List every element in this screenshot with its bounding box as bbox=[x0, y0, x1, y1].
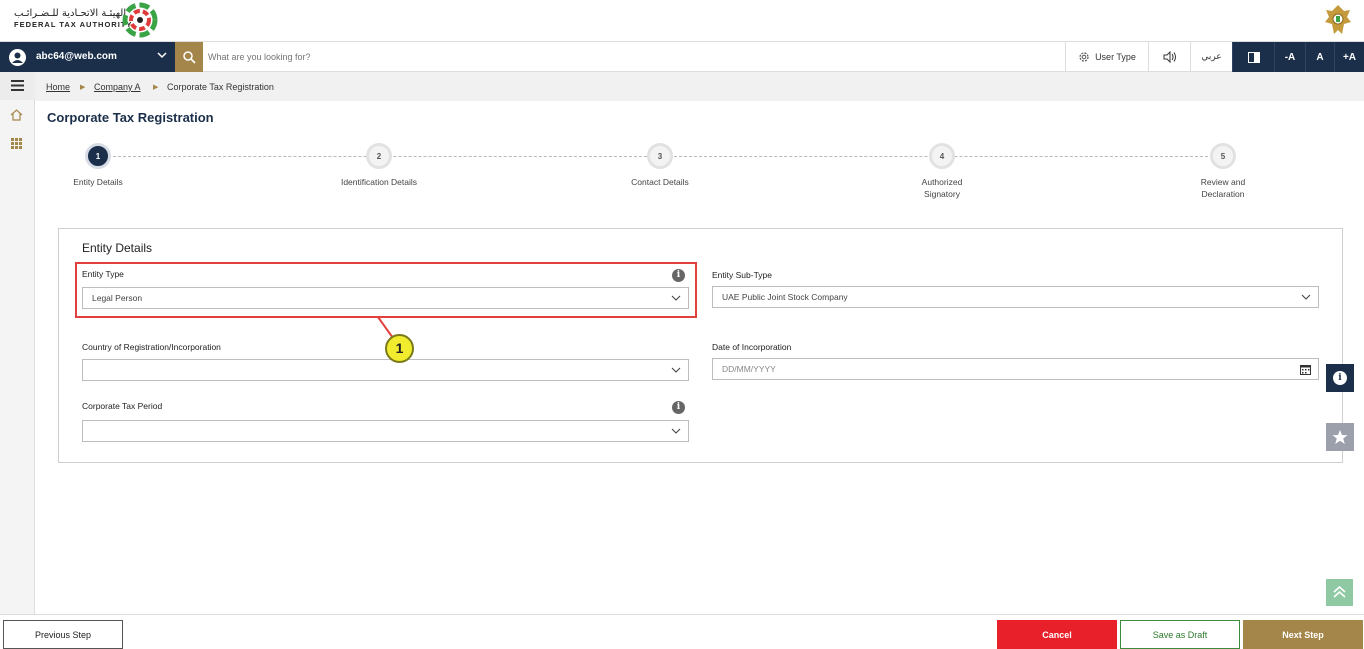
help-info-button[interactable]: i bbox=[1326, 364, 1354, 392]
breadcrumb-separator-icon: ▶ bbox=[80, 84, 86, 91]
country-select[interactable] bbox=[82, 359, 689, 381]
user-email: abc64@web.com bbox=[36, 51, 117, 62]
entity-subtype-value: UAE Public Joint Stock Company bbox=[722, 292, 848, 302]
step-4-label: Authorized Signatory bbox=[921, 177, 963, 199]
font-normal-button[interactable]: A bbox=[1305, 42, 1334, 72]
step-1-label: Entity Details bbox=[73, 177, 123, 187]
tax-period-label: Corporate Tax Period bbox=[82, 401, 163, 411]
breadcrumb-company[interactable]: Company A bbox=[94, 82, 141, 92]
breadcrumb-separator-icon: ▶ bbox=[153, 84, 159, 91]
step-5-label: Review and Declaration bbox=[1200, 177, 1246, 199]
footer-actions: Previous Step Cancel Save as Draft Next … bbox=[0, 614, 1364, 649]
fta-logo-icon[interactable] bbox=[122, 2, 158, 38]
date-placeholder: DD/MM/YYYY bbox=[722, 364, 776, 374]
font-decrease-button[interactable]: -A bbox=[1274, 42, 1305, 72]
date-label: Date of Incorporation bbox=[712, 342, 792, 352]
step-2-label: Identification Details bbox=[340, 177, 418, 187]
previous-step-button[interactable]: Previous Step bbox=[3, 620, 123, 649]
entity-subtype-label: Entity Sub-Type bbox=[712, 270, 773, 280]
favorites-button[interactable] bbox=[1326, 423, 1354, 451]
info-icon: i bbox=[1333, 371, 1347, 385]
font-increase-button[interactable]: +A bbox=[1334, 42, 1364, 72]
text-to-speech-button[interactable] bbox=[1148, 42, 1190, 72]
breadcrumb: Home ▶ Company A ▶ Corporate Tax Registr… bbox=[35, 72, 1364, 101]
step-5-circle[interactable]: 5 bbox=[1210, 143, 1236, 169]
country-label: Country of Registration/Incorporation bbox=[82, 342, 221, 352]
user-avatar-icon bbox=[9, 49, 26, 66]
step-3-circle[interactable]: 3 bbox=[647, 143, 673, 169]
gear-icon bbox=[1079, 52, 1089, 62]
highlight-annotation bbox=[75, 262, 697, 318]
contrast-icon bbox=[1247, 51, 1260, 63]
chevron-down-icon bbox=[1301, 294, 1311, 300]
search-input[interactable] bbox=[208, 47, 808, 67]
left-sidebar bbox=[0, 72, 35, 615]
apps-grid-icon[interactable] bbox=[11, 138, 22, 149]
user-type-label: User Type bbox=[1095, 52, 1136, 62]
chevron-down-icon bbox=[671, 428, 681, 434]
logo-arabic-text: الهيئـة الاتحـادية للـضـرائـب bbox=[14, 8, 127, 19]
speaker-icon bbox=[1163, 51, 1176, 63]
calendar-icon[interactable] bbox=[1300, 364, 1311, 375]
date-input[interactable]: DD/MM/YYYY bbox=[712, 358, 1319, 380]
hamburger-icon bbox=[11, 80, 24, 91]
info-icon[interactable]: i bbox=[672, 401, 685, 414]
search-icon bbox=[183, 51, 196, 64]
breadcrumb-home[interactable]: Home bbox=[46, 82, 70, 92]
site-header: الهيئـة الاتحـادية للـضـرائـب FEDERAL TA… bbox=[0, 0, 1364, 42]
step-1-circle[interactable]: 1 bbox=[85, 143, 111, 169]
contrast-button[interactable] bbox=[1232, 42, 1274, 72]
step-4-circle[interactable]: 4 bbox=[929, 143, 955, 169]
home-icon[interactable] bbox=[10, 109, 23, 121]
form-section-title: Entity Details bbox=[82, 241, 153, 255]
logo-english-text: FEDERAL TAX AUTHORITY bbox=[14, 20, 133, 29]
search-button[interactable] bbox=[175, 42, 203, 72]
callout-badge: 1 bbox=[385, 334, 414, 363]
scroll-to-top-button[interactable] bbox=[1326, 579, 1353, 606]
double-chevron-up-icon bbox=[1333, 585, 1346, 598]
language-toggle[interactable]: عربي bbox=[1190, 42, 1232, 72]
page-title: Corporate Tax Registration bbox=[47, 110, 214, 125]
next-step-button[interactable]: Next Step bbox=[1243, 620, 1363, 649]
user-menu[interactable]: abc64@web.com bbox=[0, 42, 175, 72]
tax-period-select[interactable] bbox=[82, 420, 689, 442]
cancel-button[interactable]: Cancel bbox=[997, 620, 1117, 649]
uae-emblem-icon bbox=[1325, 5, 1351, 34]
menu-toggle[interactable] bbox=[0, 72, 35, 100]
step-2-circle[interactable]: 2 bbox=[366, 143, 392, 169]
save-as-draft-button[interactable]: Save as Draft bbox=[1120, 620, 1240, 649]
user-type-button[interactable]: User Type bbox=[1065, 42, 1148, 72]
chevron-down-icon[interactable] bbox=[157, 50, 167, 63]
chevron-down-icon bbox=[671, 367, 681, 373]
top-toolbar: abc64@web.com User Type عربي -A A +A bbox=[0, 42, 1364, 72]
star-icon bbox=[1332, 430, 1348, 444]
entity-subtype-select[interactable]: UAE Public Joint Stock Company bbox=[712, 286, 1319, 308]
breadcrumb-current: Corporate Tax Registration bbox=[167, 82, 274, 92]
step-3-label: Contact Details bbox=[631, 177, 689, 187]
